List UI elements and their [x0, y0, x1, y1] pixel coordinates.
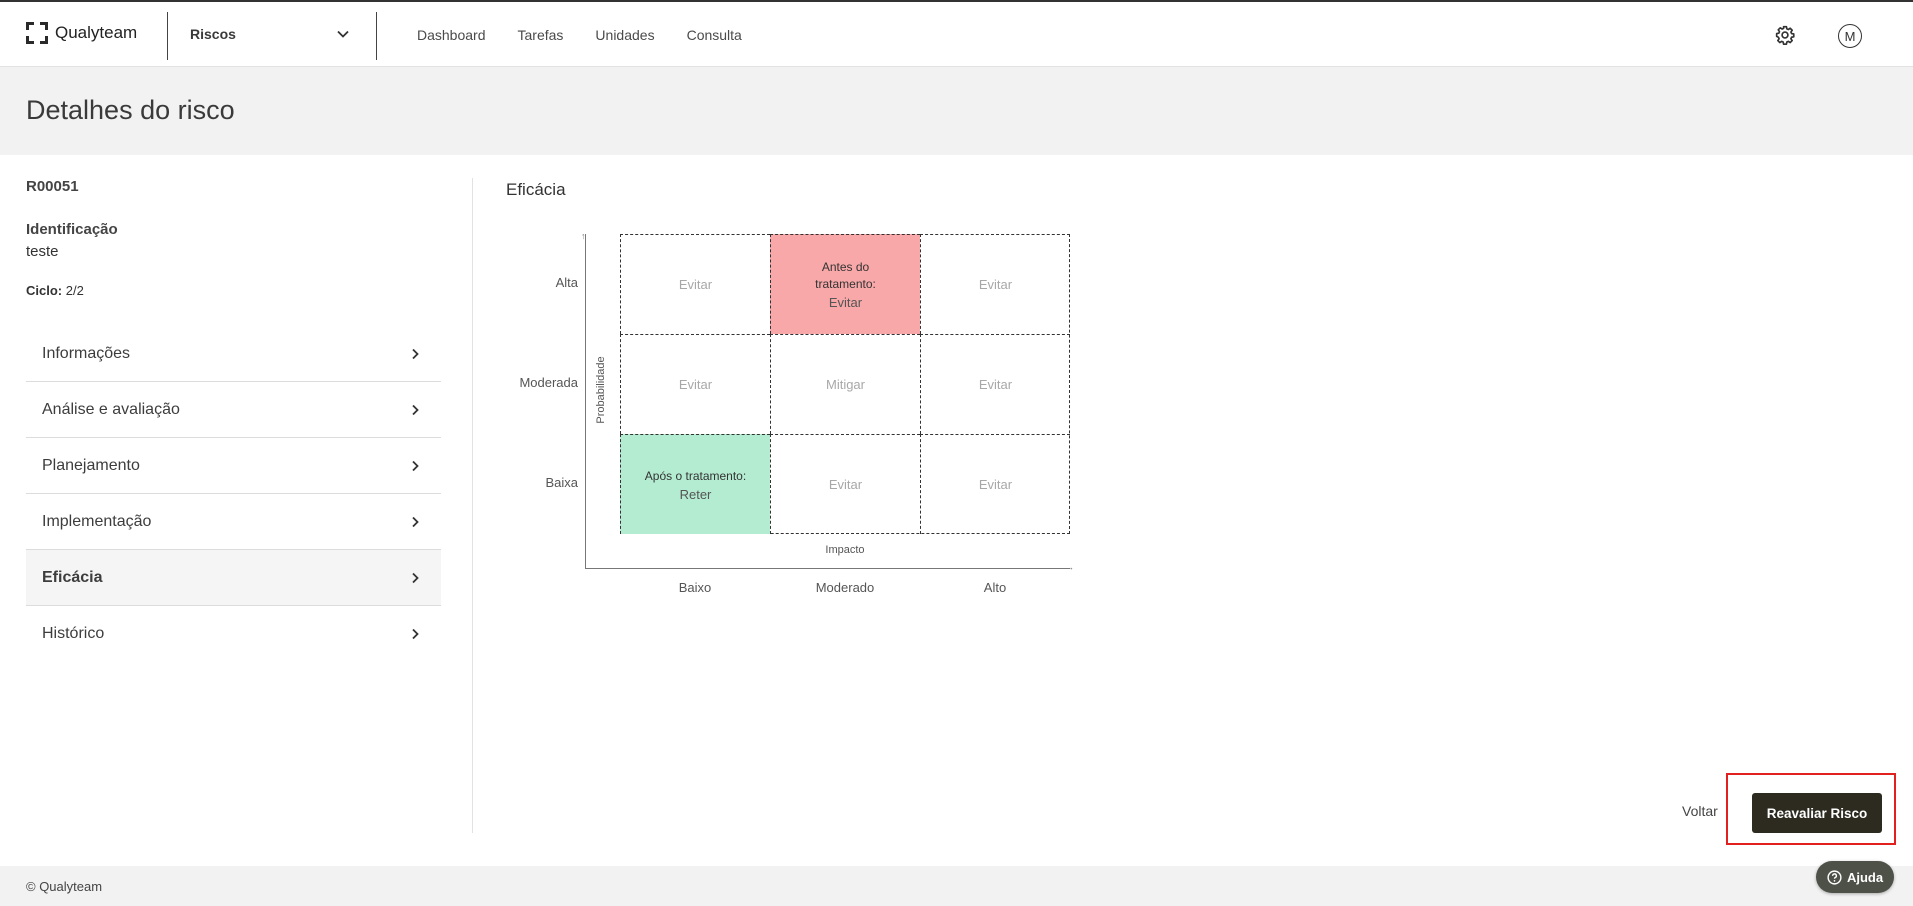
copyright: © Qualyteam [26, 879, 103, 894]
top-navbar: Qualyteam Riscos Dashboard Tarefas Unida… [0, 0, 1913, 67]
menu-item-analise[interactable]: Análise e avaliação [26, 382, 441, 438]
risk-sections-menu: Informações Análise e avaliação Planejam… [26, 326, 441, 662]
chevron-right-icon [412, 460, 419, 471]
page-header: Detalhes do risco [0, 67, 1913, 155]
chevron-right-icon [412, 348, 419, 359]
divider [167, 12, 168, 60]
y-axis-line [585, 234, 586, 569]
risk-matrix: ↑ → Alta Moderada Baixa Probabilidade Ev… [500, 230, 1080, 610]
before-treatment-label: Antes do tratamento: [815, 260, 876, 291]
menu-item-label: Planejamento [42, 456, 140, 474]
menu-item-label: Eficácia [42, 568, 103, 586]
chevron-right-icon [412, 516, 419, 527]
y-label-baixa: Baixa [545, 475, 578, 490]
cell-value: Evitar [828, 295, 863, 310]
cell-value: Evitar [828, 477, 863, 492]
cell-value: Evitar [978, 277, 1013, 292]
chevron-down-icon [337, 30, 349, 38]
gear-icon[interactable] [1775, 25, 1795, 45]
divider [376, 12, 377, 60]
after-treatment-label: Após o tratamento: [644, 468, 747, 483]
module-selector-label: Riscos [190, 26, 236, 42]
matrix-cell: Evitar [620, 334, 770, 434]
cell-value: Reter [679, 486, 712, 502]
identification-value: teste [26, 243, 59, 260]
menu-item-label: Informações [42, 344, 131, 362]
nav-tarefas[interactable]: Tarefas [518, 27, 564, 43]
cycle-info: Ciclo: 2/2 [26, 283, 84, 298]
cycle-value: 2/2 [65, 283, 84, 298]
matrix-cell: Evitar [920, 334, 1070, 434]
nav-unidades[interactable]: Unidades [595, 27, 654, 43]
user-avatar[interactable]: M [1838, 24, 1862, 48]
brand-logo[interactable]: Qualyteam [26, 22, 137, 44]
module-selector[interactable]: Riscos [190, 26, 350, 42]
x-label-alto: Alto [983, 580, 1007, 595]
question-circle-icon [1827, 869, 1842, 885]
section-title: Eficácia [506, 180, 566, 199]
menu-item-planejamento[interactable]: Planejamento [26, 438, 441, 494]
matrix-cell: Mitigar [770, 334, 920, 434]
menu-item-label: Histórico [42, 625, 105, 642]
y-label-alta: Alta [555, 275, 578, 290]
cycle-label: Ciclo: [26, 283, 63, 298]
menu-item-historico[interactable]: Histórico [26, 606, 441, 662]
menu-item-implementacao[interactable]: Implementação [26, 494, 441, 550]
brand-name: Qualyteam [55, 23, 138, 42]
chevron-right-icon [412, 628, 419, 640]
cell-value: Evitar [678, 277, 713, 292]
x-label-baixo: Baixo [678, 580, 712, 595]
cell-value: Mitigar [825, 377, 865, 392]
help-label: Ajuda [1846, 869, 1884, 885]
cell-value: Evitar [978, 477, 1013, 492]
chevron-right-icon [412, 404, 419, 415]
back-button[interactable]: Voltar [1682, 803, 1718, 819]
cell-value: Evitar [978, 377, 1013, 392]
matrix-cell-before-treatment: Antes do tratamento: Evitar [770, 234, 920, 334]
y-label-moderada: Moderada [519, 375, 578, 390]
matrix-grid: Evitar Antes do tratamento: Evitar Evita… [620, 234, 1070, 534]
page-title: Detalhes do risco [26, 95, 235, 125]
identification-label: Identificação [26, 221, 118, 238]
matrix-cell: Evitar [920, 434, 1070, 534]
nav-dashboard[interactable]: Dashboard [417, 27, 486, 43]
help-button[interactable]: Ajuda [1816, 861, 1894, 893]
matrix-cell-after-treatment: Após o tratamento: Reter [620, 434, 770, 534]
reevaluate-risk-button[interactable]: Reavaliar Risco [1752, 793, 1882, 833]
footer: © Qualyteam [0, 866, 1913, 906]
y-axis-title: Probabilidade [595, 356, 607, 424]
risk-id: R00051 [26, 178, 79, 195]
menu-item-label: Implementação [42, 512, 152, 530]
matrix-cell: Evitar [920, 234, 1070, 334]
menu-item-label: Análise e avaliação [42, 400, 180, 418]
chevron-right-icon [412, 572, 419, 583]
x-axis-title: Impacto [825, 544, 865, 556]
matrix-cell: Evitar [770, 434, 920, 534]
x-axis-arrow-icon: → [1065, 562, 1074, 572]
cell-value: Evitar [678, 377, 713, 392]
y-axis-arrow-icon: ↑ [581, 231, 586, 241]
x-label-moderado: Moderado [815, 580, 875, 595]
panel-divider [472, 178, 473, 833]
menu-item-informacoes[interactable]: Informações [26, 326, 441, 382]
x-axis-line [585, 568, 1070, 569]
nav-consulta[interactable]: Consulta [687, 27, 742, 43]
matrix-cell: Evitar [620, 234, 770, 334]
main-nav: Dashboard Tarefas Unidades Consulta [417, 27, 742, 43]
qualyteam-logo-icon [26, 22, 48, 44]
menu-item-eficacia[interactable]: Eficácia [26, 550, 441, 606]
